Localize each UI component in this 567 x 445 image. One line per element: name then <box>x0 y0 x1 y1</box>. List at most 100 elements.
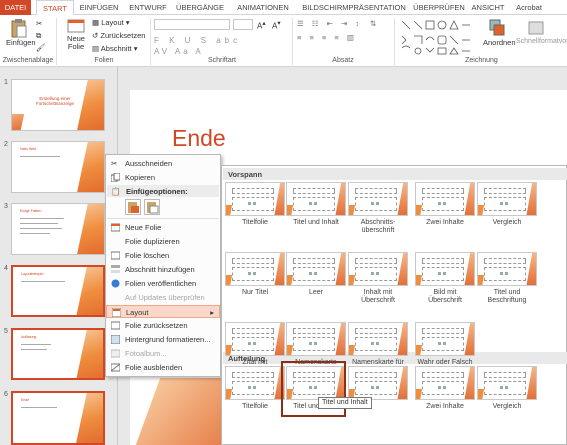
title-placeholder <box>355 258 397 264</box>
layout-tile-label: Titelfolie <box>242 403 268 410</box>
align-icons[interactable]: ≡ ≡ ≡ ≡ ▥ <box>297 33 357 42</box>
drawing-group-label: Zeichnung <box>465 57 498 64</box>
paste-button[interactable]: Einfügen <box>6 18 36 47</box>
slide-thumbnail[interactable]: Auflistung <box>11 328 105 380</box>
layout-tile-label: Titelfolie <box>242 219 268 226</box>
arrange-button[interactable]: Anordnen <box>483 18 516 47</box>
slide-thumbnail[interactable]: Einige Fakten <box>11 203 105 255</box>
layout-tile[interactable] <box>348 366 408 400</box>
content-icon <box>248 202 251 205</box>
list-icons[interactable]: ☰ ☷ ⇤ ⇥ ↕ <box>297 19 362 28</box>
tab-ansicht[interactable]: ANSICHT <box>470 0 506 15</box>
tab-acrobat[interactable]: Acrobat <box>512 0 546 15</box>
layout-tile[interactable] <box>225 366 285 400</box>
tab-ueberpruefen[interactable]: ÜBERPRÜFEN <box>413 0 465 15</box>
font-color-icons[interactable]: AV Aa A <box>154 47 204 56</box>
layout-tile[interactable] <box>477 366 537 400</box>
font-grow-icon[interactable]: A▴ <box>257 19 266 31</box>
font-format-icons[interactable]: F K U S abc <box>154 36 241 45</box>
text-line <box>20 218 64 219</box>
tile-decoration <box>349 345 356 355</box>
slide-thumbnail[interactable]: Ende <box>11 391 105 445</box>
title-placeholder <box>232 372 274 378</box>
tab-datei[interactable]: DATEI <box>0 0 31 15</box>
menu-item-cut[interactable]: ✂ Ausschneiden <box>106 157 220 170</box>
layout-tile[interactable] <box>477 182 537 216</box>
tile-decoration <box>334 323 345 355</box>
layout-tile-label: Zwei Inhalte <box>426 219 464 226</box>
layout-tile[interactable] <box>225 252 285 286</box>
paste-option-keep-source[interactable] <box>125 199 141 215</box>
cut-icon[interactable]: ✂ <box>36 19 42 28</box>
new-slide-icon <box>110 223 121 232</box>
layout-tile-label: Vergleich <box>492 219 522 226</box>
submenu-arrow-icon: ▸ <box>210 308 214 317</box>
title-placeholder <box>484 372 526 378</box>
separator <box>394 18 395 65</box>
tab-uebergaenge[interactable]: ÜBERGÄNGE <box>175 0 225 15</box>
content-icon <box>253 386 256 389</box>
text-direction-icon[interactable]: ⇅ <box>370 19 376 28</box>
layout-tile[interactable] <box>348 252 408 286</box>
shapes-gallery[interactable] <box>399 18 481 56</box>
layout-tile[interactable] <box>225 322 285 356</box>
slide-thumbnail[interactable]: Hallo Welt <box>11 141 105 193</box>
layout-tile[interactable] <box>286 252 346 286</box>
new-slide-button[interactable]: Neue Folie <box>64 18 88 51</box>
tile-decoration <box>463 323 474 355</box>
tab-einfuegen[interactable]: EINFÜGEN <box>78 0 120 15</box>
menu-item-background[interactable]: Hintergrund formatieren... <box>106 333 220 346</box>
reset-label: Zurücksetzen <box>100 31 146 40</box>
slide-number: 6 <box>4 391 8 398</box>
layout-tile[interactable] <box>415 252 475 286</box>
font-size-combo[interactable] <box>233 19 253 30</box>
layout-tile[interactable] <box>348 322 408 356</box>
tile-decoration <box>416 275 423 285</box>
menu-item-layout[interactable]: Layout ▸ <box>106 305 220 318</box>
paste-option-use-destination[interactable] <box>144 199 160 215</box>
slide-decoration <box>75 142 104 192</box>
tile-decoration <box>525 253 536 285</box>
quick-styles-icon <box>528 21 544 35</box>
layout-tile[interactable] <box>415 322 475 356</box>
layout-button[interactable]: ▦ Layout ▾ <box>92 18 130 27</box>
font-shrink-icon[interactable]: A▾ <box>272 19 281 31</box>
menu-item-copy[interactable]: Kopieren <box>106 171 220 184</box>
menu-item-hide[interactable]: Folie ausblenden <box>106 361 220 374</box>
tile-decoration <box>478 205 485 215</box>
layout-tile-label: Titel und Inhalt <box>293 219 339 226</box>
title-placeholder <box>422 258 464 264</box>
paste-icon: 📋 <box>111 187 121 196</box>
slide-thumbnail[interactable]: Erstellung einer Fortschrittsanzeige <box>11 79 105 131</box>
tab-bildschirmpraesentation[interactable]: BILDSCHIRMPRÄSENTATION <box>300 0 408 15</box>
paragraph-group-label: Absatz <box>332 57 354 64</box>
slide-thumbnail[interactable]: Layoutbeispiel <box>11 265 105 317</box>
menu-item-duplicate[interactable]: Folie duplizieren <box>106 235 220 248</box>
tab-animationen[interactable]: ANIMATIONEN <box>232 0 294 15</box>
layout-tile[interactable] <box>286 182 346 216</box>
layout-tile[interactable] <box>348 182 408 216</box>
quick-styles-button[interactable]: Schnellformatvorlagen <box>516 18 567 46</box>
title-placeholder <box>232 328 274 334</box>
menu-item-add-section[interactable]: Abschnitt hinzufügen <box>106 263 220 276</box>
text-line <box>20 156 60 157</box>
menu-item-publish[interactable]: Folien veröffentlichen <box>106 277 220 290</box>
menu-item-reset[interactable]: Folie zurücksetzen <box>106 319 220 332</box>
tab-start[interactable]: START <box>36 0 74 16</box>
layout-tile[interactable] <box>286 322 346 356</box>
layout-tile[interactable] <box>477 252 537 286</box>
content-icon <box>371 202 374 205</box>
tab-entwurf[interactable]: ENTWURF <box>127 0 169 15</box>
menu-item-delete[interactable]: Folie löschen <box>106 249 220 262</box>
layout-tile[interactable] <box>415 366 475 400</box>
reset-button[interactable]: ↺ Zurücksetzen <box>92 31 145 40</box>
menu-item-new-slide[interactable]: Neue Folie <box>106 221 220 234</box>
font-name-combo[interactable] <box>154 19 230 30</box>
format-painter-icon[interactable]: 🖌 <box>36 43 46 52</box>
title-placeholder <box>355 328 397 334</box>
section-button[interactable]: ▤ Abschnitt ▾ <box>92 44 137 53</box>
main-slide-title[interactable]: Ende <box>172 125 226 152</box>
layout-tile[interactable] <box>225 182 285 216</box>
copy-icon[interactable]: ⧉ <box>36 31 41 41</box>
layout-tile[interactable] <box>415 182 475 216</box>
